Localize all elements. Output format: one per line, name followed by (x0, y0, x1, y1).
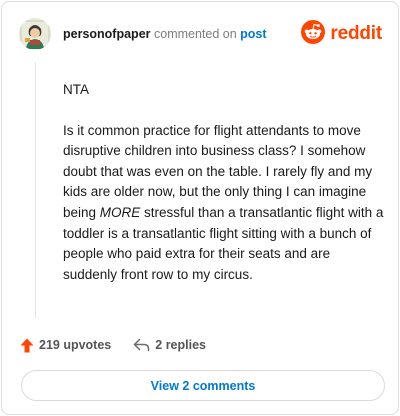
comment-actions: 219 upvotes 2 replies (20, 336, 206, 354)
comment-paragraph: NTA (63, 82, 89, 97)
comment-paragraph: Is it common practice for flight attenda… (63, 121, 385, 286)
comment-card: personofpaper commented on post reddit N… (1, 1, 399, 415)
replies-button[interactable]: 2 replies (133, 338, 206, 352)
view-comments-button[interactable]: View 2 comments (21, 370, 385, 401)
username-link[interactable]: personofpaper (63, 27, 151, 41)
upvote-arrow-icon (20, 338, 34, 353)
avatar[interactable] (19, 18, 51, 50)
commented-on-text: commented on (150, 27, 241, 41)
comment-body: NTA Is it common practice for flight att… (63, 80, 385, 305)
comment-meta: personofpaper commented on post (63, 27, 267, 41)
reply-arrow-icon (133, 338, 150, 352)
comment-emphasis: MORE (99, 204, 141, 220)
replies-count: 2 replies (155, 338, 206, 352)
upvote-count: 219 upvotes (39, 338, 112, 352)
thread-line (35, 62, 36, 318)
reddit-wordmark: reddit (330, 23, 382, 44)
comment-header: personofpaper commented on post reddit (16, 16, 384, 54)
reddit-alien-icon (301, 19, 326, 49)
upvote-button[interactable]: 219 upvotes (20, 338, 111, 353)
reddit-logo[interactable]: reddit (301, 19, 382, 49)
post-link[interactable]: post (240, 27, 266, 41)
